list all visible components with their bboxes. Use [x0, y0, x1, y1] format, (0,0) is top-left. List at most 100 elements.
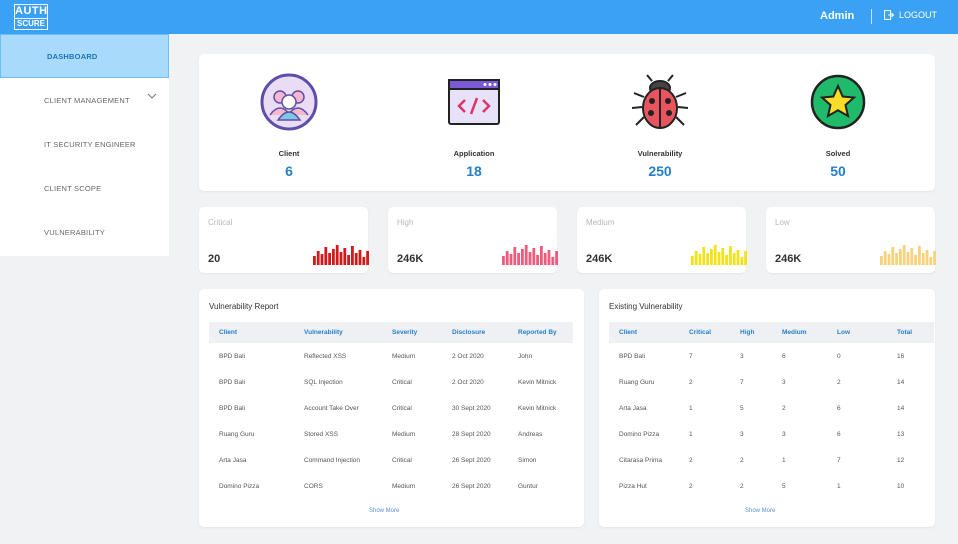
high-sparkbar [502, 245, 558, 265]
medium-card[interactable]: Medium 246K [577, 207, 747, 273]
logout-icon [884, 10, 894, 20]
spark-bar [540, 246, 543, 265]
column-header[interactable]: Disclosure [442, 322, 508, 343]
spark-bar [335, 245, 339, 265]
table-cell: BPD Bali [219, 404, 246, 412]
spark-bar [710, 249, 713, 265]
stat-application[interactable]: Application 18 [414, 72, 534, 179]
sidebar-item-label: IT SECURITY ENGINEER [44, 139, 136, 149]
code-window-icon [448, 79, 500, 125]
spark-bar [713, 245, 717, 265]
sidebar-item-label: CLIENT SCOPE [44, 183, 102, 193]
table-cell: 0 [837, 352, 841, 360]
spark-bar [551, 257, 555, 265]
table-row[interactable]: BPD Bali 7 3 6 0 16 [609, 343, 934, 369]
column-header[interactable]: Total [887, 322, 934, 343]
low-card[interactable]: Low 246K [766, 207, 936, 273]
show-more-link[interactable]: Show More [369, 508, 399, 514]
spark-bar [910, 248, 914, 265]
column-header[interactable]: Medium [772, 322, 827, 343]
spark-bar [921, 253, 925, 265]
star-icon [810, 74, 866, 130]
logout-button[interactable]: LOGOUT [884, 10, 937, 20]
table-cell: 7 [740, 378, 744, 386]
table-cell: 26 Sept 2020 [452, 456, 491, 464]
table-cell: 2 Oct 2020 [452, 352, 484, 360]
table-cell: 6 [837, 430, 841, 438]
table-cell: Guntur [518, 482, 538, 490]
table-cell: 3 [782, 430, 786, 438]
stat-solved[interactable]: Solved 50 [778, 72, 898, 179]
table-cell: 7 [837, 456, 841, 464]
table-cell: Reflected XSS [304, 352, 347, 360]
table-cell: 14 [897, 404, 905, 412]
table-cell: Account Take Over [304, 404, 359, 412]
table-cell: 2 [837, 378, 841, 386]
table-cell: 3 [740, 352, 744, 360]
spark-bar [547, 250, 551, 265]
table-row[interactable]: BPD Bali Account Take Over Critical 30 Sept… [209, 395, 573, 421]
sidebar-item-client-scope[interactable]: CLIENT SCOPE [0, 166, 169, 210]
critical-sparkbar [313, 245, 369, 265]
column-header[interactable]: Low [827, 322, 887, 343]
spark-bar [706, 253, 709, 265]
column-header[interactable]: Reported By [508, 322, 573, 343]
critical-card[interactable]: Critical 20 [199, 207, 369, 273]
table-row[interactable]: Pizza Hut 2 2 5 1 10 [609, 473, 934, 499]
table-cell: Medium [392, 352, 416, 360]
card-value: 246K [586, 253, 613, 265]
table-row[interactable]: Domino Pizza 1 3 3 6 13 [609, 421, 934, 447]
table-cell: Ruang Guru [619, 378, 655, 386]
table-cell: 26 Sept 2020 [452, 482, 491, 490]
table-cell: 2 [689, 482, 693, 490]
spark-bar [891, 247, 895, 265]
column-header[interactable]: Severity [382, 322, 442, 343]
table-cell: 2 [740, 482, 744, 490]
card-value: 246K [397, 253, 424, 265]
table-row[interactable]: Ruang Guru 2 7 3 2 14 [609, 369, 934, 395]
table-header-row: Client Critical High Medium Low Total [609, 322, 934, 343]
spark-bar [536, 255, 539, 265]
sidebar-item-vulnerability[interactable]: VULNERABILITY [0, 210, 169, 254]
sidebar-item-client-management[interactable]: CLIENT MANAGEMENT [0, 78, 169, 122]
spark-bar [505, 251, 509, 265]
column-header[interactable]: Client [209, 322, 294, 343]
table-row[interactable]: Ruang Guru Stored XSS Medium 28 Sept 2020 An… [209, 421, 573, 447]
column-header[interactable]: Client [609, 322, 679, 343]
table-row[interactable]: Citarasa Prima 2 2 1 7 12 [609, 447, 934, 473]
column-header[interactable]: High [730, 322, 772, 343]
table-cell: 2 Oct 2020 [452, 378, 484, 386]
authscure-logo[interactable]: AUTH SCURE [14, 4, 48, 30]
table-row[interactable]: BPD Bali SQL Injection Critical 2 Oct 2020 K… [209, 369, 573, 395]
table-cell: 1 [782, 456, 786, 464]
table-cell: 12 [897, 456, 905, 464]
summary-stats-card: Client 6 Application 18 Vulnerability 25… [199, 54, 935, 191]
spark-bar [517, 253, 520, 265]
column-header[interactable]: Vulnerability [294, 322, 382, 343]
stat-vulnerability[interactable]: Vulnerability 250 [600, 72, 720, 179]
table-row[interactable]: BPD Bali Reflected XSS Medium 2 Oct 2020 Joh… [209, 343, 573, 369]
panel-title: Existing Vulnerability [609, 302, 683, 311]
table-cell: Stored XSS [304, 430, 338, 438]
sidebar-item-it-security-engineer[interactable]: IT SECURITY ENGINEER [0, 122, 169, 166]
high-card[interactable]: High 246K [388, 207, 558, 273]
table-cell: 5 [782, 482, 786, 490]
column-header[interactable]: Critical [679, 322, 730, 343]
spark-bar [918, 246, 921, 265]
table-cell: Domino Pizza [219, 482, 260, 490]
spark-bar [354, 253, 358, 265]
show-more-link[interactable]: Show More [745, 508, 775, 514]
stat-value: 18 [466, 163, 482, 179]
stat-client[interactable]: Client 6 [229, 72, 349, 179]
table-row[interactable]: Arta Jasa Command Injection Critical 26 Sep… [209, 447, 573, 473]
user-name[interactable]: Admin [820, 10, 854, 22]
low-sparkbar [880, 245, 936, 265]
table-row[interactable]: Domino Pizza CORS Medium 26 Sept 2020 Guntur [209, 473, 573, 499]
card-title: High [397, 218, 414, 227]
table-cell: Medium [392, 430, 416, 438]
spark-bar [509, 254, 513, 265]
table-row[interactable]: Arta Jasa 1 5 2 6 14 [609, 395, 934, 421]
existing-vulnerability-panel: Existing Vulnerability Client Critical H… [599, 289, 935, 527]
table-cell: 13 [897, 430, 905, 438]
sidebar-item-dashboard[interactable]: DASHBOARD [0, 34, 169, 78]
